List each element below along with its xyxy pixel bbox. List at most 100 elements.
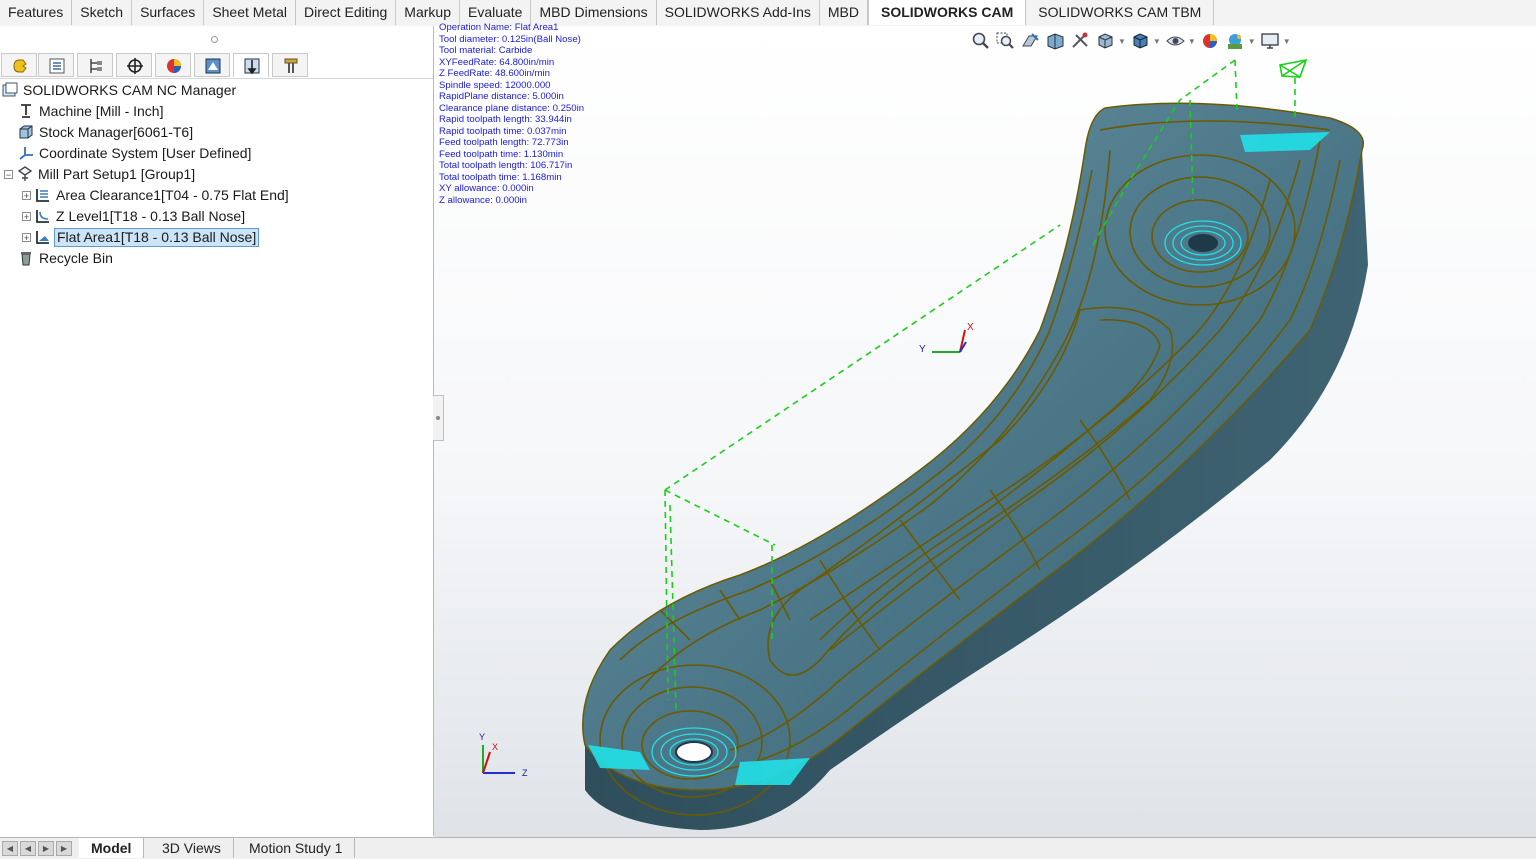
info-line: Z FeedRate: 48.600in/min [439, 68, 550, 79]
expand-toggle[interactable]: + [22, 232, 31, 242]
configurationmanager-tab[interactable] [77, 53, 113, 77]
chevron-down-icon[interactable]: ▼ [1188, 37, 1196, 46]
triad-y-label: Y [919, 344, 926, 355]
coordinate-system-icon [19, 147, 33, 160]
section-view-icon[interactable] [1045, 31, 1066, 51]
prev-tab-icon[interactable]: ◀ [20, 841, 36, 856]
tree-item-coordinate-system[interactable]: Coordinate System [User Defined] [18, 143, 253, 163]
tab-solidworks-cam-tbm[interactable]: SOLIDWORKS CAM TBM [1026, 0, 1215, 25]
nc-manager-icon [2, 82, 18, 97]
tab-sheet-metal[interactable]: Sheet Metal [204, 0, 297, 25]
tree-root-nc-manager[interactable]: SOLIDWORKS CAM NC Manager [2, 80, 238, 100]
display-style-icon[interactable] [1130, 31, 1151, 51]
triad-x-label: X [967, 322, 974, 333]
configurationmanager-icon [90, 59, 102, 73]
zoom-to-area-icon[interactable] [995, 31, 1016, 51]
recycle-bin-icon [21, 252, 31, 266]
tree-item-operation-selected[interactable]: + Flat Area1[T18 - 0.13 Ball Nose] [22, 227, 260, 247]
part-model[interactable]: Y X Y X Z [434, 26, 1536, 837]
info-line: Feed toolpath time: 1.130min [439, 148, 564, 160]
previous-view-icon[interactable] [1020, 31, 1041, 51]
machine-icon [21, 104, 31, 118]
tree-item-stock[interactable]: Stock Manager[6061-T6] [18, 122, 195, 142]
tab-model[interactable]: Model [79, 838, 145, 858]
edit-appearance-icon[interactable] [1200, 31, 1221, 51]
chevron-down-icon[interactable]: ▼ [1248, 37, 1256, 46]
info-line: Tool material: Carbide [439, 45, 533, 56]
tree-item-recycle-bin[interactable]: Recycle Bin [18, 248, 115, 268]
cam-tools-tree-icon [284, 58, 298, 73]
tree-item-setup-label: Mill Part Setup1 [Group1] [38, 166, 196, 182]
expand-toggle[interactable]: + [22, 211, 31, 221]
operation-label: Area Clearance1[T04 - 0.75 Flat End] [56, 187, 289, 203]
collapse-toggle[interactable]: − [4, 169, 13, 179]
tool-marker [1279, 58, 1308, 78]
zoom-to-fit-icon[interactable] [970, 31, 991, 51]
z-level-icon [36, 210, 49, 223]
tree-item-operation[interactable]: + Area Clearance1[T04 - 0.75 Flat End] [22, 185, 291, 205]
info-line: XYFeedRate: 64.800in/min [439, 56, 555, 68]
tree-item-setup[interactable]: − Mill Part Setup1 [Group1] [4, 164, 197, 184]
tree-item-machine[interactable]: Machine [Mill - Inch] [18, 101, 165, 121]
tab-features[interactable]: Features [0, 0, 73, 25]
view-orientation-icon[interactable] [1095, 31, 1116, 51]
cam-tools-tree-tab[interactable] [272, 53, 308, 77]
tree-item-machine-label: Machine [Mill - Inch] [39, 103, 164, 119]
cam-operation-tree-icon [244, 58, 260, 75]
featuremanager-tab[interactable] [1, 53, 37, 77]
last-tab-icon[interactable]: ▶ [56, 841, 72, 856]
tree-item-coordinate-label: Coordinate System [User Defined] [39, 145, 252, 161]
tab-solidworks-add-ins[interactable]: SOLIDWORKS Add-Ins [656, 0, 820, 25]
cam-feature-tree-tab[interactable] [194, 53, 230, 77]
flat-area-icon [36, 231, 49, 244]
info-line: Z allowance: 0.000in [439, 194, 527, 206]
expand-toggle[interactable]: + [22, 190, 31, 200]
display-manager-tab[interactable] [155, 53, 191, 77]
manager-pane: SOLIDWORKS CAM NC Manager Machine [Mill … [0, 26, 434, 836]
tab-3d-views[interactable]: 3D Views [150, 838, 234, 858]
info-line: Total toolpath time: 1.168min [439, 171, 562, 183]
dimxpert-icon [127, 58, 143, 74]
hide-show-icon[interactable] [1165, 31, 1186, 51]
propertymanager-icon [49, 58, 65, 74]
tab-direct-editing[interactable]: Direct Editing [296, 0, 397, 25]
info-line: Feed toolpath length: 72.773in [439, 137, 569, 148]
info-line: Clearance plane distance: 0.250in [439, 102, 585, 114]
pane-grip[interactable] [0, 26, 433, 52]
tab-surfaces[interactable]: Surfaces [132, 0, 205, 25]
tab-solidworks-cam[interactable]: SOLIDWORKS CAM [868, 0, 1027, 25]
tree-item-stock-label: Stock Manager[6061-T6] [39, 124, 194, 140]
tab-motion-study[interactable]: Motion Study 1 [237, 838, 356, 858]
dimxpert-tab[interactable] [116, 53, 152, 77]
chevron-down-icon[interactable]: ▼ [1153, 37, 1161, 46]
apply-scene-icon[interactable] [1225, 31, 1246, 51]
propertymanager-tab[interactable] [38, 53, 74, 77]
first-tab-icon[interactable]: ◀ [2, 841, 18, 856]
tree-item-operation[interactable]: + Z Level1[T18 - 0.13 Ball Nose] [22, 206, 247, 226]
info-line: Tool diameter: 0.125in(Ball Nose) [439, 33, 581, 45]
display-manager-icon [167, 59, 181, 73]
manager-tab-strip [0, 52, 433, 79]
pane-collapse-handle[interactable] [433, 395, 444, 441]
operation-label: Flat Area1[T18 - 0.13 Ball Nose] [54, 227, 260, 247]
info-line: Spindle speed: 12000.000 [439, 79, 551, 91]
info-line: RapidPlane distance: 5.000in [439, 91, 564, 102]
operation-info-overlay: Operation Name: Flat Area1 Tool diameter… [439, 22, 584, 206]
tab-sketch[interactable]: Sketch [72, 0, 133, 25]
bore-hole [675, 741, 713, 763]
graphics-viewport[interactable]: Y X Y X Z [434, 26, 1536, 837]
tab-mbd[interactable]: MBD [819, 0, 869, 25]
cam-feature-tree-icon [205, 58, 221, 74]
bore-hole [1188, 234, 1218, 252]
cam-operation-tree-tab[interactable] [233, 53, 269, 77]
chevron-down-icon[interactable]: ▼ [1118, 37, 1126, 46]
reference-triad: Y X Z [479, 732, 528, 778]
next-tab-icon[interactable]: ▶ [38, 841, 54, 856]
dynamic-annotation-icon[interactable] [1070, 31, 1091, 51]
chevron-down-icon[interactable]: ▼ [1283, 37, 1291, 46]
view-settings-icon[interactable] [1260, 31, 1281, 51]
area-clearance-icon [36, 189, 49, 202]
corner-triad-x-label: X [492, 742, 498, 752]
bottom-tab-bar: ◀ ◀ ▶ ▶ Model 3D Views Motion Study 1 [0, 837, 1536, 859]
tree-root-label: SOLIDWORKS CAM NC Manager [23, 82, 237, 98]
